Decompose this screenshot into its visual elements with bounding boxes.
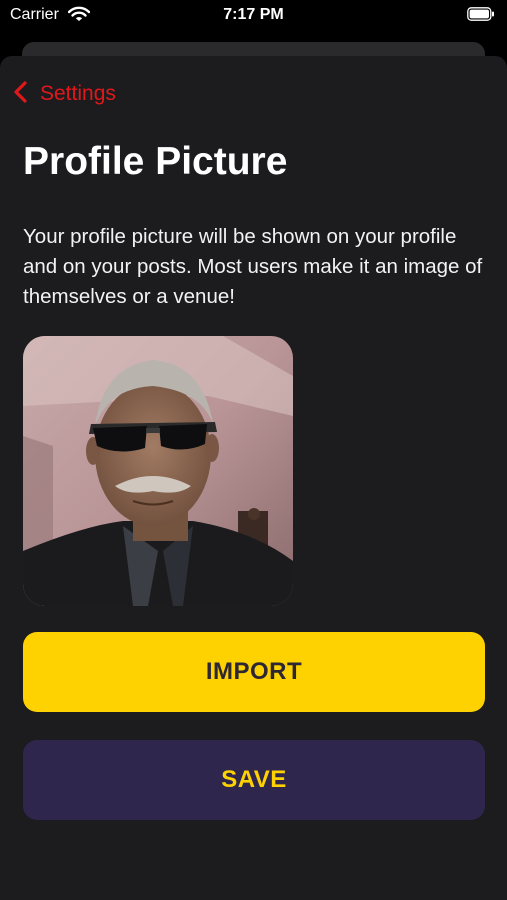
status-time: 7:17 PM <box>223 6 284 23</box>
chevron-left-icon <box>12 80 30 109</box>
profile-photo <box>23 336 293 606</box>
back-label: Settings <box>40 82 116 105</box>
battery-icon <box>467 7 495 21</box>
save-button[interactable]: SAVE <box>23 740 485 820</box>
import-button[interactable]: IMPORT <box>23 632 485 712</box>
page-title: Profile Picture <box>23 140 288 183</box>
back-button[interactable]: Settings <box>12 80 116 108</box>
page-description: Your profile picture will be shown on yo… <box>23 225 483 308</box>
status-bar: Carrier 7:17 PM <box>0 0 507 34</box>
